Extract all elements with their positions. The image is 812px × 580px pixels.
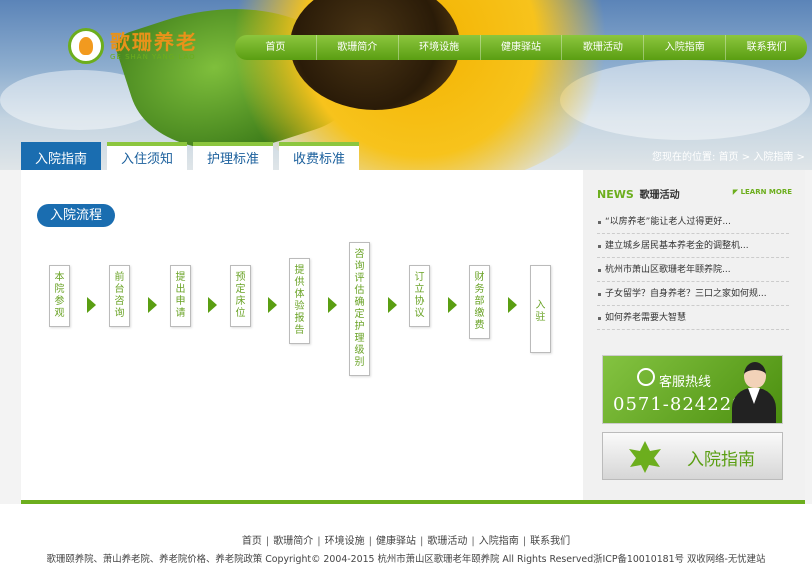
news-item[interactable]: “以房养老”能让老人过得更好... xyxy=(597,210,789,234)
flow-step: 咨询评估确定护理级别 xyxy=(349,242,370,376)
news-label-cn: 歌珊活动 xyxy=(639,190,680,201)
footer-separator: | xyxy=(420,536,424,547)
service-agent-image xyxy=(732,362,776,423)
breadcrumb-end-separator: > xyxy=(796,152,805,163)
tab-fee-standards[interactable]: 收费标准 xyxy=(279,142,360,170)
news-label-en: NEWS xyxy=(597,188,634,201)
footer-separator: | xyxy=(317,536,321,547)
flow-arrow-icon xyxy=(148,297,157,313)
footer-link-facilities[interactable]: 环境设施 xyxy=(325,536,365,547)
logo-icon xyxy=(68,28,104,64)
footer-separator: | xyxy=(265,536,270,547)
admission-guide-label: 入院指南 xyxy=(687,450,755,470)
flow-arrow-icon xyxy=(268,297,277,313)
news-item[interactable]: 如何养老需要大智慧 xyxy=(597,306,789,330)
nav-activities[interactable]: 歌珊活动 xyxy=(561,35,643,60)
footer-link-about[interactable]: 歌珊简介 xyxy=(273,536,313,547)
admission-guide-button[interactable]: 入院指南 xyxy=(602,432,783,480)
nav-health[interactable]: 健康驿站 xyxy=(479,35,562,60)
news-header: NEWS 歌珊活动 ◤ LEARN MORE xyxy=(597,186,792,202)
nav-admission[interactable]: 入院指南 xyxy=(643,35,725,60)
flow-step: 提供体验报告 xyxy=(289,258,310,344)
footer-separator: | xyxy=(368,536,372,547)
flow-arrow-icon xyxy=(328,297,337,313)
news-list: “以房养老”能让老人过得更好... 建立城乡居民基本养老金的调整机... 杭州市… xyxy=(597,210,789,330)
news-item[interactable]: 子女留学？自身养老？三口之家如何规... xyxy=(597,282,789,306)
flow-arrow-icon xyxy=(208,297,217,313)
news-item[interactable]: 建立城乡居民基本养老金的调整机... xyxy=(597,234,789,258)
footer-link-health[interactable]: 健康驿站 xyxy=(376,536,416,547)
flow-title-badge: 入院流程 xyxy=(37,204,116,227)
learn-more-label: LEARN MORE xyxy=(740,188,792,196)
logo-en-text: GE SHAN YANG LAO xyxy=(110,53,196,61)
footer-copyright: 歌珊颐养院、萧山养老院、养老院价格、养老院政策 Copyright© 2004-… xyxy=(46,554,766,565)
main-nav: 首页 歌珊简介 环境设施 健康驿站 歌珊活动 入院指南 联系我们 xyxy=(235,35,807,60)
breadcrumb-separator: > xyxy=(741,152,751,163)
footer-link-admission[interactable]: 入院指南 xyxy=(479,536,519,547)
flow-arrow-icon xyxy=(448,297,457,313)
nav-contact[interactable]: 联系我们 xyxy=(725,35,807,60)
hotline-label: 客服热线 xyxy=(659,375,712,390)
footer-nav: 首页 | 歌珊简介 | 环境设施 | 健康驿站 | 歌珊活动 | 入院指南 | 联系我们 xyxy=(0,532,812,547)
footer-link-contact[interactable]: 联系我们 xyxy=(530,536,570,547)
flow-step: 订立协议 xyxy=(409,265,430,327)
site-logo[interactable]: 歌珊养老 GE SHAN YANG LAO xyxy=(68,28,198,64)
phone-icon xyxy=(637,368,655,386)
breadcrumb: 您现在的位置: 首页 > 入院指南 > xyxy=(652,148,805,163)
hotline-banner[interactable]: 客服热线 0571-82422999 xyxy=(602,355,783,424)
footer-separator: | xyxy=(471,536,475,547)
learn-more-icon: ◤ xyxy=(732,188,741,196)
flow-step: 提出申请 xyxy=(170,265,191,327)
footer-link-activities[interactable]: 歌珊活动 xyxy=(427,536,467,547)
leaf-icon xyxy=(629,441,661,473)
flow-step: 本院参观 xyxy=(49,265,70,327)
tab-stay-notice[interactable]: 入住须知 xyxy=(107,142,188,170)
logo-cn-text: 歌珊养老 xyxy=(110,30,198,54)
tab-admission-guide[interactable]: 入院指南 xyxy=(21,142,102,170)
tab-care-standards[interactable]: 护理标准 xyxy=(193,142,274,170)
flow-step: 预定床位 xyxy=(230,265,251,327)
breadcrumb-home[interactable]: 首页 xyxy=(719,152,739,163)
breadcrumb-prefix: 您现在的位置: xyxy=(652,152,716,163)
breadcrumb-current[interactable]: 入院指南 xyxy=(753,152,793,163)
flow-arrow-icon xyxy=(508,297,517,313)
nav-facilities[interactable]: 环境设施 xyxy=(397,35,480,60)
flow-step: 前台咨询 xyxy=(109,265,130,327)
nav-home[interactable]: 首页 xyxy=(235,35,316,60)
nav-about[interactable]: 歌珊简介 xyxy=(315,35,398,60)
sub-tabs: 入院指南 入住须知 护理标准 收费标准 xyxy=(21,142,365,170)
flow-step: 财务部缴费 xyxy=(469,265,490,339)
news-item[interactable]: 杭州市萧山区歌珊老年颐养院... xyxy=(597,258,789,282)
learn-more-link[interactable]: ◤ LEARN MORE xyxy=(733,188,792,196)
flow-arrow-icon xyxy=(87,297,96,313)
flow-step: 入驻 xyxy=(530,265,551,353)
footer-link-home[interactable]: 首页 xyxy=(242,536,262,547)
footer-separator: | xyxy=(522,536,527,547)
flow-arrow-icon xyxy=(388,297,397,313)
